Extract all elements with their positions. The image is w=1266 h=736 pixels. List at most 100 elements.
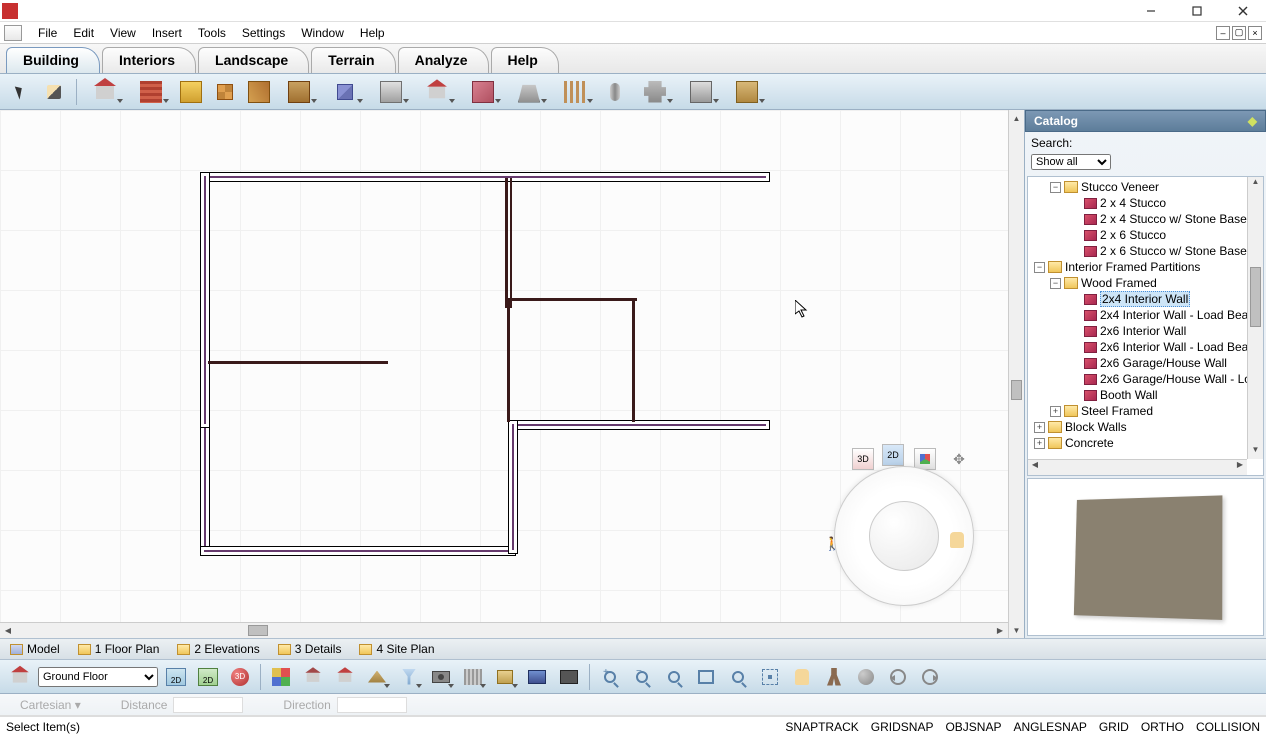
snapshot-button[interactable] — [555, 663, 583, 691]
tab-analyze[interactable]: Analyze — [398, 47, 489, 73]
close-button[interactable] — [1220, 0, 1266, 22]
catalog-tree[interactable]: −Stucco Veneer 2 x 4 Stucco 2 x 4 Stucco… — [1027, 176, 1264, 476]
tab-landscape[interactable]: Landscape — [198, 47, 309, 73]
stairs-button[interactable] — [325, 78, 365, 106]
tree-item[interactable]: 2x6 Garage/House Wall - Lo — [1100, 372, 1251, 386]
menu-help[interactable]: Help — [352, 24, 393, 42]
menu-settings[interactable]: Settings — [234, 24, 293, 42]
select-tool[interactable] — [6, 78, 34, 106]
tree-node-block-walls[interactable]: Block Walls — [1065, 420, 1127, 434]
viewtab-details[interactable]: 3 Details — [274, 641, 346, 657]
tree-item[interactable]: 2 x 4 Stucco — [1100, 196, 1166, 210]
zoom-in-button[interactable]: + — [596, 663, 624, 691]
viewtab-floorplan[interactable]: 1 Floor Plan — [74, 641, 164, 657]
catalog-pin-icon[interactable]: ◆ — [1248, 114, 1257, 128]
minimize-button[interactable] — [1128, 0, 1174, 22]
tree-horizontal-scrollbar[interactable]: ◀▶ — [1028, 459, 1247, 475]
tree-item[interactable]: 2 x 4 Stucco w/ Stone Base — [1100, 212, 1247, 226]
tab-help[interactable]: Help — [491, 47, 559, 73]
tree-item[interactable]: Booth Wall — [1100, 388, 1158, 402]
toggle-gridsnap[interactable]: GRIDSNAP — [871, 720, 934, 734]
menu-window[interactable]: Window — [293, 24, 352, 42]
toggle-objsnap[interactable]: OBJSNAP — [945, 720, 1001, 734]
home-view-button[interactable] — [299, 663, 327, 691]
view-3d-button[interactable]: 3D — [226, 663, 254, 691]
pan-button[interactable] — [788, 663, 816, 691]
tree-node-interior-framed[interactable]: Interior Framed Partitions — [1065, 260, 1200, 274]
schedule-button[interactable] — [727, 78, 767, 106]
toggle-ortho[interactable]: ORTHO — [1141, 720, 1184, 734]
tree-item-selected[interactable]: 2x4 Interior Wall — [1100, 291, 1190, 307]
tab-interiors[interactable]: Interiors — [102, 47, 196, 73]
view-2dd-button[interactable]: 2D — [194, 663, 222, 691]
orbit-button[interactable] — [852, 663, 880, 691]
tree-item[interactable]: 2x4 Interior Wall - Load Bea — [1100, 308, 1248, 322]
toggle-collision[interactable]: COLLISION — [1196, 720, 1260, 734]
camera-button[interactable] — [427, 663, 455, 691]
zoom-center-button[interactable] — [756, 663, 784, 691]
foundation-button[interactable] — [509, 78, 549, 106]
windows-button[interactable] — [211, 78, 239, 106]
tree-node-steel-framed[interactable]: Steel Framed — [1081, 404, 1153, 418]
toggle-anglesnap[interactable]: ANGLESNAP — [1013, 720, 1086, 734]
trim-button[interactable] — [681, 78, 721, 106]
roof-button[interactable] — [417, 78, 457, 106]
toggle-snaptrack[interactable]: SNAPTRACK — [785, 720, 858, 734]
perspective-button[interactable] — [331, 663, 359, 691]
menu-view[interactable]: View — [102, 24, 144, 42]
zoom-window-button[interactable] — [660, 663, 688, 691]
openings-button[interactable] — [279, 78, 319, 106]
zoom-extents-button[interactable] — [692, 663, 720, 691]
walls-button[interactable] — [131, 78, 171, 106]
floor-selector[interactable]: Ground Floor — [38, 667, 158, 687]
zoom-out-button[interactable]: − — [628, 663, 656, 691]
direction-input[interactable] — [337, 697, 407, 713]
viewtab-siteplan[interactable]: 4 Site Plan — [355, 641, 438, 657]
nav-walk-icon[interactable]: 🚶 — [824, 536, 840, 552]
location-button[interactable] — [6, 663, 34, 691]
menu-file[interactable]: File — [30, 24, 65, 42]
view-2d-button[interactable]: 2D — [162, 663, 190, 691]
viewtab-elevations[interactable]: 2 Elevations — [173, 641, 263, 657]
mdi-minimize-button[interactable]: – — [1216, 26, 1230, 40]
tree-item[interactable]: 2 x 6 Stucco — [1100, 228, 1166, 242]
drawing-canvas[interactable]: 3D 2D ✥ 🚶 ▲ ▼ ◀ ▶ — [0, 110, 1024, 638]
paint-tool[interactable] — [40, 78, 68, 106]
tree-item[interactable]: 2 x 6 Stucco w/ Stone Base — [1100, 244, 1247, 258]
viewtab-model[interactable]: Model — [6, 641, 64, 657]
menu-tools[interactable]: Tools — [190, 24, 234, 42]
maximize-button[interactable] — [1174, 0, 1220, 22]
tree-node-stucco-veneer[interactable]: Stucco Veneer — [1081, 180, 1159, 194]
nav-2d-button[interactable]: 2D — [882, 444, 904, 466]
mdi-close-button[interactable]: × — [1248, 26, 1262, 40]
framing-button[interactable] — [555, 78, 595, 106]
doors-button[interactable] — [245, 78, 273, 106]
zoom-realtime-button[interactable] — [724, 663, 752, 691]
toggle-grid[interactable]: GRID — [1099, 720, 1129, 734]
floor-button[interactable] — [463, 78, 503, 106]
tree-item[interactable]: 2x6 Interior Wall - Load Bea — [1100, 340, 1248, 354]
canvas-horizontal-scrollbar[interactable]: ◀ ▶ — [0, 622, 1008, 638]
structural-button[interactable] — [635, 78, 675, 106]
box-button[interactable] — [491, 663, 519, 691]
coord-system-label[interactable]: Cartesian — [20, 698, 71, 712]
tree-node-concrete[interactable]: Concrete — [1065, 436, 1114, 450]
catalog-filter-select[interactable]: Show all — [1031, 154, 1111, 170]
nav-pan-icon[interactable] — [950, 532, 964, 548]
reset-view-button[interactable] — [267, 663, 295, 691]
prev-view-button[interactable] — [884, 663, 912, 691]
tree-item[interactable]: 2x6 Interior Wall — [1100, 324, 1186, 338]
nav-3d-button[interactable]: 3D — [852, 448, 874, 470]
tree-vertical-scrollbar[interactable]: ▲▼ — [1247, 177, 1263, 459]
nav-move-icon[interactable]: ✥ — [948, 448, 970, 470]
walk-button[interactable] — [820, 663, 848, 691]
display-filter-button[interactable] — [395, 663, 423, 691]
mdi-restore-button[interactable]: ▢ — [1232, 26, 1246, 40]
house-wizard-button[interactable] — [85, 78, 125, 106]
render-button[interactable] — [523, 663, 551, 691]
distance-input[interactable] — [173, 697, 243, 713]
ceiling-button[interactable] — [371, 78, 411, 106]
navigation-wheel[interactable]: 3D 2D ✥ 🚶 — [824, 448, 984, 608]
canvas-vertical-scrollbar[interactable]: ▲ ▼ — [1008, 110, 1024, 638]
menu-insert[interactable]: Insert — [144, 24, 190, 42]
